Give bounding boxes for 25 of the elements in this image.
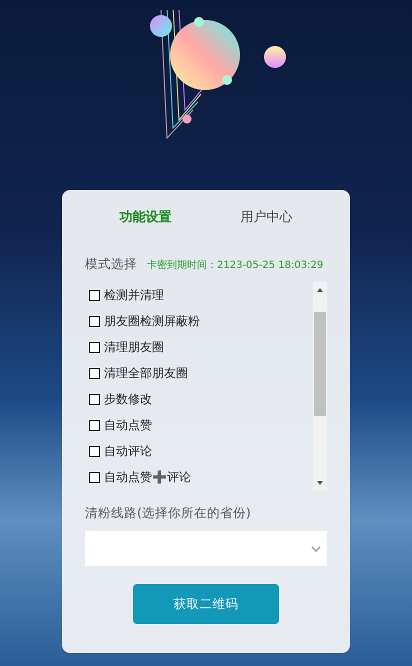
checkbox[interactable] [89,316,100,327]
tab[interactable]: 功能设置 [120,204,172,230]
checkbox[interactable] [89,472,100,484]
scroll-down-icon[interactable] [317,481,323,485]
checkbox[interactable] [89,368,100,379]
chevron-down-icon [311,546,321,552]
option-label[interactable]: 自动点赞 [104,417,152,434]
route-label: 清粉线路(选择你所在的省份) [85,505,252,522]
checkbox[interactable] [89,394,100,406]
scroll-up-icon[interactable] [317,288,323,292]
tab[interactable]: 用户中心 [240,204,292,230]
checkbox[interactable] [89,446,100,458]
checkbox[interactable] [89,342,100,353]
option-label[interactable]: 清理朋友圈 [104,338,164,356]
option-label[interactable]: 朋友圈检测屏蔽粉 [104,312,200,330]
scrollbar[interactable] [313,282,327,491]
checkbox[interactable] [89,420,100,432]
option-label[interactable]: 清理全部朋友圈 [104,364,188,382]
expiry-text: 卡密到期时间：2123-05-25 18:03:29 [147,258,324,272]
option-label[interactable]: 自动评论 [104,443,152,460]
mode-label: 模式选择 [85,256,137,273]
checkbox[interactable] [89,290,100,301]
option-label[interactable]: 步数修改 [104,391,152,408]
option-label[interactable]: 检测并清理 [104,286,164,304]
option-label[interactable]: 自动点赞➕评论 [104,469,191,486]
